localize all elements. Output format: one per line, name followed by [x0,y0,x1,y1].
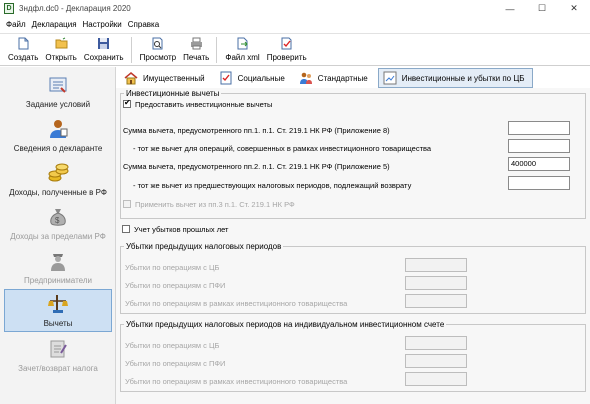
deduction-pp1-partnership-input[interactable] [508,139,570,153]
provide-deductions-row: Предоставить инвестиционные вычеты [123,98,273,109]
apply-pp3-label: Применить вычет из пп.3 п.1. Ст. 219.1 Н… [135,200,295,209]
losses-previous-group: Убытки предыдущих налоговых периодов Убы… [120,242,586,314]
tab-social[interactable]: Социальные [215,68,292,88]
window-controls: — ☐ ✕ [494,0,590,17]
apply-pp3-checkbox[interactable] [123,200,131,208]
apply-pp3-row: Применить вычет из пп.3 п.1. Ст. 219.1 Н… [123,200,295,209]
toolbar-separator [216,37,218,63]
loss-partnership-input[interactable] [405,294,467,308]
menu-help[interactable]: Справка [128,20,159,29]
losses-checkbox[interactable] [122,225,130,233]
loss-securities-label: Убытки по операциям с ЦБ [125,263,220,272]
preview-icon [151,37,164,50]
house-icon [124,71,138,85]
minimize-button[interactable]: — [494,0,526,17]
loss-securities-input[interactable] [405,258,467,272]
menu-bar: Файл Декларация Настройки Справка [0,18,590,31]
svg-text:$: $ [55,216,60,225]
deduction-pp2-input[interactable]: 400000 [508,157,570,171]
sidebar-item-declarant[interactable]: Сведения о декларанте [4,113,112,156]
toolbar: Создать Открыть Сохранить Просмотр Печат… [0,33,590,66]
print-button[interactable]: Печать [183,37,209,62]
export-xml-button[interactable]: Файл xml [225,37,260,62]
group-title: Убытки предыдущих налоговых периодов на … [124,320,447,329]
businessman-icon [47,250,69,272]
coins-icon [47,162,69,184]
app-icon: D [4,3,14,14]
toolbar-separator [130,37,132,63]
create-button[interactable]: Создать [8,37,38,62]
tab-property[interactable]: Имущественный [120,68,212,88]
menu-declaration[interactable]: Декларация [32,20,77,29]
money-bag-icon: $ [47,206,69,228]
people-icon [299,71,313,85]
deduction-pp1-label: Сумма вычета, предусмотренного пп.1. п.1… [123,126,390,135]
menu-file[interactable]: Файл [6,20,26,29]
document-icon [47,338,69,360]
iis-loss-securities-label: Убытки по операциям с ЦБ [125,341,220,350]
window-title: 3ндфл.dc0 - Декларация 2020 [19,4,131,13]
sidebar-item-deductions[interactable]: Вычеты [4,289,112,332]
maximize-button[interactable]: ☐ [526,0,558,17]
sidebar-item-income-abroad[interactable]: $ Доходы за пределами РФ [4,201,112,244]
printer-icon [190,37,203,50]
menu-settings[interactable]: Настройки [83,20,122,29]
tab-investment[interactable]: Инвестиционные и убытки по ЦБ [377,68,533,88]
losses-row: Учет убытков прошлых лет [122,225,228,234]
checklist-icon [219,71,233,85]
close-button[interactable]: ✕ [558,0,590,17]
tab-standard[interactable]: Стандартные [295,68,375,88]
iis-loss-partnership-input[interactable] [405,372,467,386]
investment-deductions-group: Инвестиционные вычеты Предоставить инвес… [120,89,586,219]
deduction-pp1-partnership-label: - тот же вычет для операций, совершенных… [133,144,432,153]
sidebar-item-tax-refund[interactable]: Зачет/возврат налога [4,333,112,376]
iis-loss-partnership-label: Убытки по операциям в рамках инвестицион… [125,377,348,386]
new-document-icon [17,37,30,50]
sidebar-item-entrepreneurs[interactable]: Предприниматели [4,245,112,288]
deduction-pp2-previous-input[interactable] [508,176,570,190]
open-folder-icon [55,37,68,50]
provide-deductions-checkbox[interactable] [123,98,131,108]
group-title: Убытки предыдущих налоговых периодов [124,242,284,251]
loss-derivatives-input[interactable] [405,276,467,290]
loss-derivatives-label: Убытки по операциям с ПФИ [125,281,226,290]
open-button[interactable]: Открыть [45,37,77,62]
preview-button[interactable]: Просмотр [140,37,176,62]
losses-label: Учет убытков прошлых лет [134,225,229,234]
iis-loss-derivatives-input[interactable] [405,354,467,368]
title-bar: D 3ндфл.dc0 - Декларация 2020 — ☐ ✕ [0,0,590,17]
losses-iis-group: Убытки предыдущих налоговых периодов на … [120,320,586,392]
iis-loss-securities-input[interactable] [405,336,467,350]
iis-loss-derivatives-label: Убытки по операциям с ПФИ [125,359,226,368]
deduction-pp2-previous-label: - тот же вычет из предшествующих налогов… [133,181,412,190]
sidebar-item-conditions[interactable]: Задание условий [4,69,112,112]
save-button[interactable]: Сохранить [84,37,124,62]
settings-icon [47,74,69,96]
loss-partnership-label: Убытки по операциям в рамках инвестицион… [125,299,348,308]
check-button[interactable]: Проверить [267,37,307,62]
tab-bar: Имущественный Социальные Стандартные Инв… [120,68,536,88]
check-document-icon [280,37,293,50]
deductions-icon [47,293,69,315]
person-icon [47,118,69,140]
xml-export-icon [236,37,249,50]
sidebar-item-income-rf[interactable]: Доходы, полученные в РФ [4,157,112,200]
investment-icon [383,71,397,85]
sidebar: Задание условий Сведения о декларанте До… [0,67,116,404]
floppy-disk-icon [97,37,110,50]
provide-deductions-label: Предоставить инвестиционные вычеты [135,100,273,109]
group-title: Инвестиционные вычеты [124,89,222,98]
deduction-pp2-label: Сумма вычета, предусмотренного пп.2. п.1… [123,162,390,171]
main-panel: Инвестиционные вычеты Предоставить инвес… [116,88,590,404]
deduction-pp1-input[interactable] [508,121,570,135]
